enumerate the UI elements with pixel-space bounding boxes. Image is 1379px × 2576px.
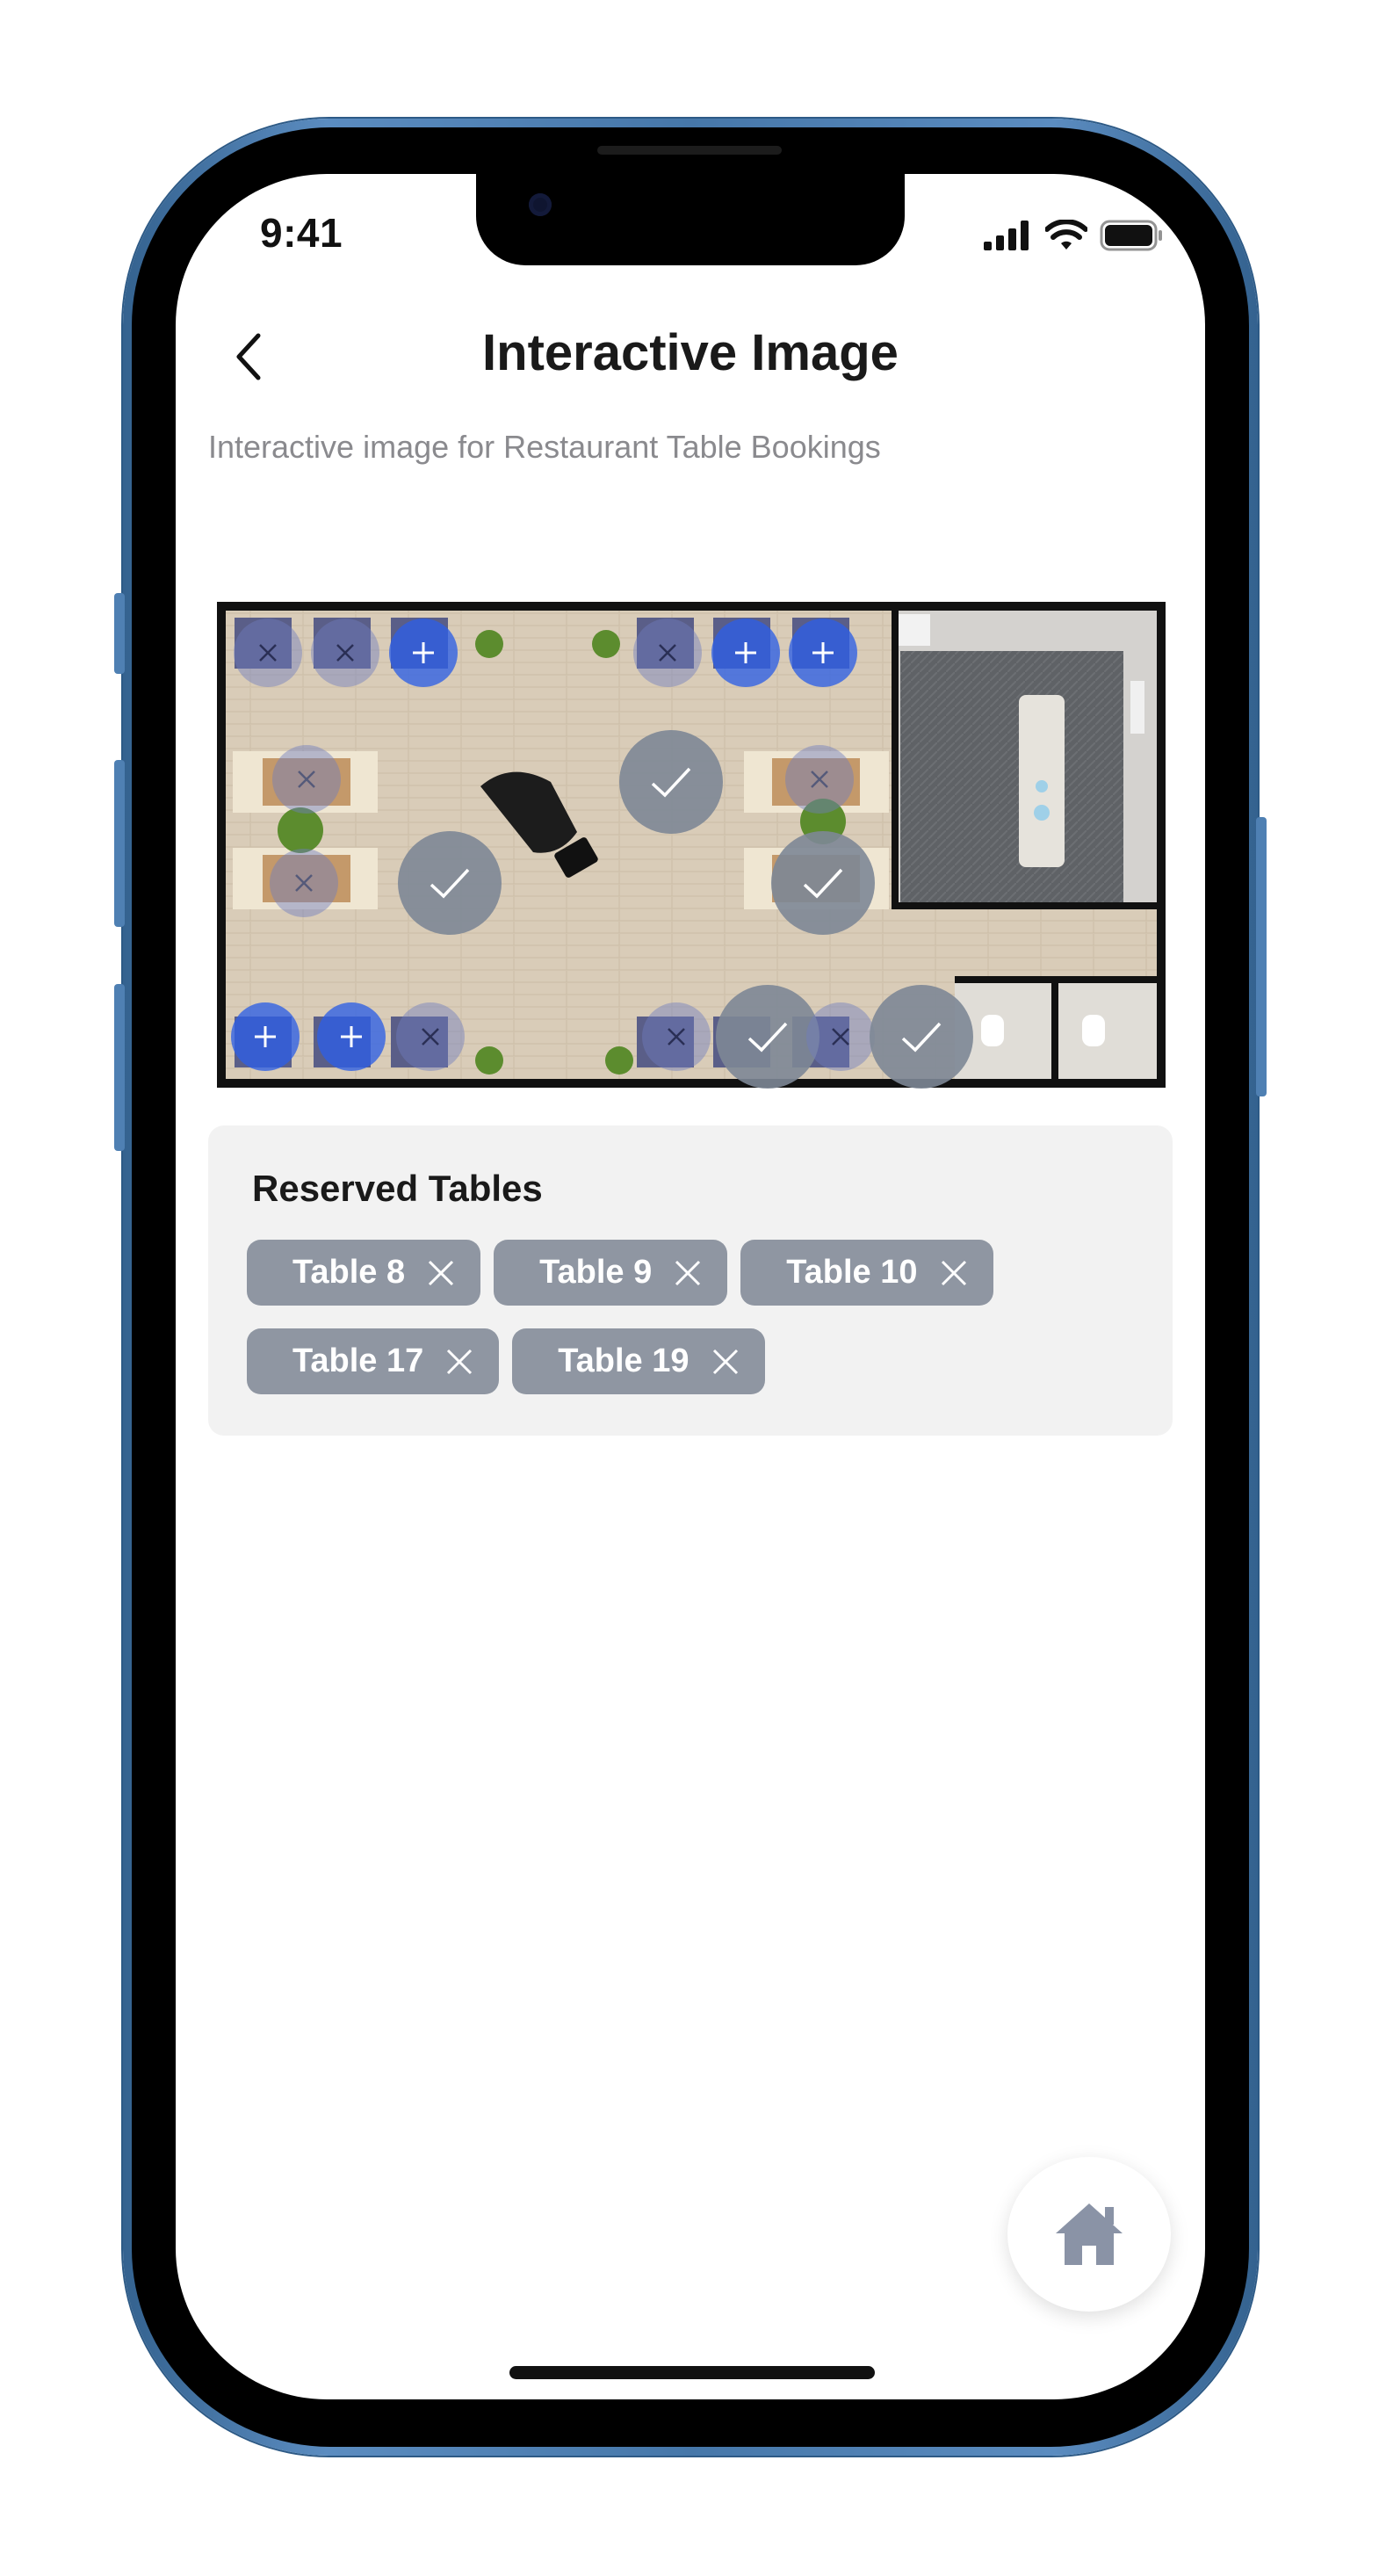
table-hotspot[interactable] [234, 619, 302, 687]
reserved-chip[interactable]: Table 10 [740, 1240, 993, 1306]
x-icon [295, 874, 313, 892]
plus-icon [735, 642, 756, 663]
x-icon [811, 771, 828, 788]
home-icon [1056, 2203, 1123, 2265]
home-button[interactable] [1007, 2157, 1171, 2312]
table-hotspot[interactable] [785, 745, 854, 814]
table-hotspot-selected[interactable] [398, 831, 502, 935]
table-hotspot[interactable] [396, 1002, 465, 1071]
plus-icon [812, 642, 834, 663]
page-title: Interactive Image [482, 324, 899, 381]
chip-label: Table 19 [558, 1342, 690, 1379]
cellular-signal-icon [984, 221, 1029, 250]
camera-icon [529, 193, 552, 216]
reserved-chip[interactable]: Table 9 [494, 1240, 728, 1306]
table-hotspot[interactable] [642, 1002, 711, 1071]
check-icon [747, 1022, 788, 1053]
close-icon[interactable] [939, 1258, 969, 1288]
status-time: 9:41 [260, 210, 343, 256]
table-hotspot[interactable] [231, 1002, 300, 1071]
table-hotspot[interactable] [806, 1002, 875, 1071]
chip-label: Table 17 [292, 1342, 424, 1379]
table-hotspot[interactable] [389, 619, 458, 687]
wifi-icon [1045, 220, 1087, 250]
table-hotspot[interactable] [711, 619, 780, 687]
earpiece-speaker [597, 146, 782, 155]
close-icon[interactable] [426, 1258, 456, 1288]
plus-icon [255, 1026, 276, 1047]
close-icon[interactable] [444, 1347, 474, 1377]
table-hotspot[interactable] [270, 849, 338, 917]
plus-icon [413, 642, 434, 663]
table-hotspot-selected[interactable] [619, 730, 723, 834]
table-hotspot[interactable] [317, 1002, 386, 1071]
check-icon [901, 1022, 942, 1053]
home-indicator [509, 2366, 875, 2379]
x-icon [298, 771, 315, 788]
x-icon [422, 1028, 439, 1046]
reserved-tables-heading: Reserved Tables [252, 1168, 543, 1209]
x-icon [336, 644, 354, 662]
plus-icon [341, 1026, 362, 1047]
x-icon [659, 644, 676, 662]
check-icon [651, 767, 691, 798]
table-hotspot[interactable] [311, 619, 379, 687]
table-hotspot-selected[interactable] [771, 831, 875, 935]
reserved-chip[interactable]: Table 19 [512, 1328, 765, 1394]
table-hotspot-selected[interactable] [716, 985, 819, 1089]
volume-up-button [114, 760, 125, 927]
reserved-tables-panel: Reserved Tables Table 8 Table 9 Table 10… [208, 1125, 1173, 1436]
chip-label: Table 10 [786, 1254, 918, 1291]
restaurant-floor-plan[interactable] [217, 602, 1166, 1089]
chip-label: Table 9 [539, 1254, 653, 1291]
reserved-chip[interactable]: Table 17 [247, 1328, 500, 1394]
close-icon[interactable] [673, 1258, 703, 1288]
table-hotspot[interactable] [272, 745, 341, 814]
status-icons [984, 220, 1163, 251]
table-hotspot[interactable] [789, 619, 857, 687]
volume-down-button [114, 984, 125, 1151]
mute-switch [114, 593, 125, 674]
battery-icon [1100, 220, 1162, 251]
chip-label: Table 8 [292, 1254, 406, 1291]
check-icon [803, 868, 843, 899]
reserved-chips: Table 8 Table 9 Table 10 Table 17 Table … [247, 1240, 1134, 1394]
table-hotspot-selected[interactable] [870, 985, 973, 1089]
reserved-chip[interactable]: Table 8 [247, 1240, 481, 1306]
page-subtitle: Interactive image for Restaurant Table B… [208, 429, 881, 465]
close-icon[interactable] [711, 1347, 740, 1377]
table-hotspot[interactable] [633, 619, 702, 687]
power-button [1256, 817, 1267, 1096]
notch [476, 174, 905, 265]
screen: 9:41 Interactive Image Interactive image… [176, 174, 1205, 2399]
x-icon [668, 1028, 685, 1046]
check-icon [430, 868, 470, 899]
x-icon [259, 644, 277, 662]
x-icon [832, 1028, 849, 1046]
